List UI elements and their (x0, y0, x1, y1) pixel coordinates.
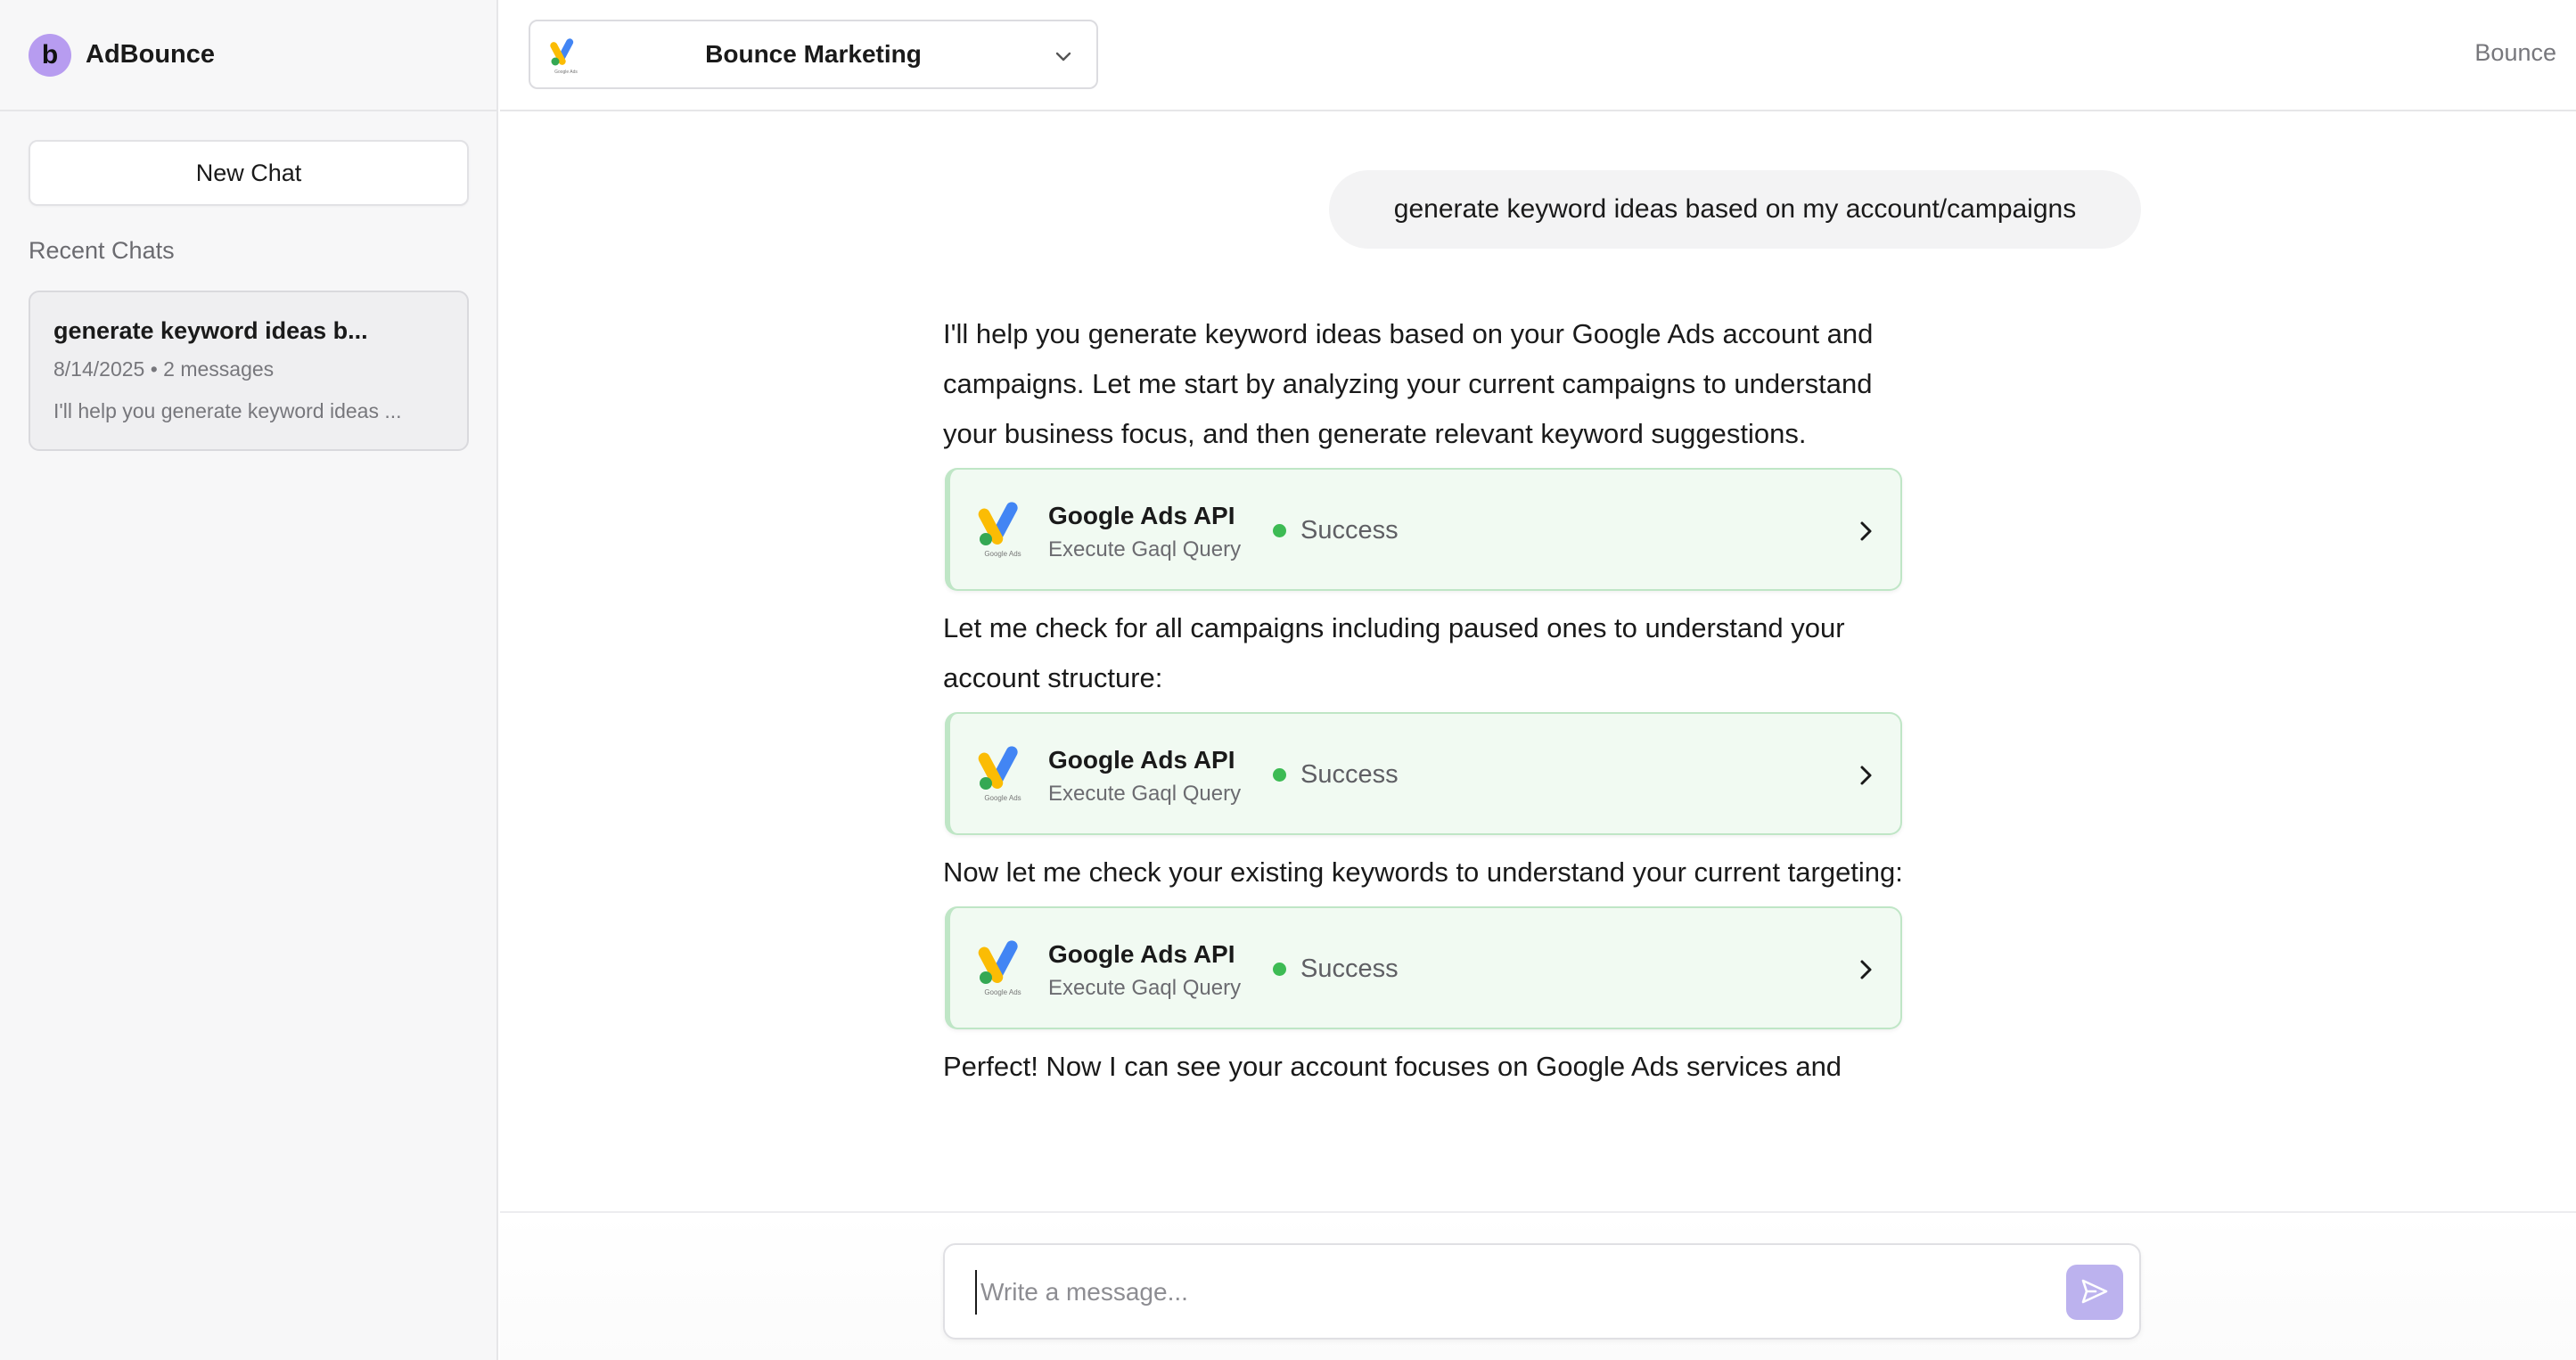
google-ads-logo-caption: Google Ads (984, 988, 1021, 996)
tool-title: Google Ads API (1048, 746, 1235, 774)
assistant-message: I'll help you generate keyword ideas bas… (943, 309, 1906, 1092)
composer-area (500, 1211, 2576, 1360)
success-dot-icon (1273, 963, 1286, 976)
google-ads-logo-caption: Google Ads (984, 550, 1021, 558)
tool-call-card[interactable]: Google Ads Google Ads API Execute Gaql Q… (945, 906, 1902, 1029)
sidebar-header: b AdBounce (0, 0, 496, 111)
success-dot-icon (1273, 524, 1286, 537)
sidebar: b AdBounce New Chat Recent Chats generat… (0, 0, 498, 1360)
recent-chat-title: generate keyword ideas b... (53, 317, 368, 344)
user-name[interactable]: Bounce (2474, 39, 2556, 67)
user-message: generate keyword ideas based on my accou… (1329, 170, 2141, 249)
tool-status-text: Success (1300, 516, 1399, 545)
brand-name[interactable]: AdBounce (86, 40, 215, 70)
svg-text:Google Ads: Google Ads (554, 70, 578, 75)
tool-call-card[interactable]: Google Ads Google Ads API Execute Gaql Q… (945, 712, 1902, 835)
tool-status: Success (1273, 516, 1399, 545)
account-selector[interactable]: Google Ads Bounce Marketing (529, 20, 1098, 89)
new-chat-button[interactable]: New Chat (29, 140, 469, 206)
account-name: Bounce Marketing (705, 40, 922, 68)
chevron-right-icon[interactable] (1856, 520, 1875, 547)
success-dot-icon (1273, 768, 1286, 782)
assistant-text: I'll help you generate keyword ideas bas… (943, 318, 1874, 449)
google-ads-icon: Google Ads (977, 500, 1029, 563)
chevron-down-icon (1054, 46, 1073, 70)
recent-chat-preview: I'll help you generate keyword ideas ... (53, 399, 402, 422)
message-composer (943, 1243, 2141, 1340)
brand-logo[interactable]: b (29, 33, 71, 77)
tool-call-card[interactable]: Google Ads Google Ads API Execute Gaql Q… (945, 468, 1902, 591)
chevron-right-icon[interactable] (1856, 764, 1875, 791)
tool-title: Google Ads API (1048, 502, 1235, 529)
tool-subtitle: Execute Gaql Query (1048, 976, 1242, 1000)
tool-status-text: Success (1300, 760, 1399, 789)
tool-status: Success (1273, 760, 1399, 790)
message-input[interactable] (975, 1270, 2027, 1315)
app-window: b AdBounce New Chat Recent Chats generat… (0, 0, 2576, 1360)
recent-chat-meta: 8/14/2025 • 2 messages (53, 357, 275, 381)
tool-subtitle: Execute Gaql Query (1048, 537, 1242, 561)
send-icon (2080, 1276, 2110, 1309)
tool-title: Google Ads API (1048, 940, 1235, 968)
assistant-text: Now let me check your existing keywords … (943, 856, 1903, 888)
chevron-right-icon[interactable] (1856, 958, 1875, 986)
google-ads-icon: Google Ads (977, 938, 1029, 1002)
google-ads-icon: Google Ads (550, 37, 582, 79)
assistant-text: Perfect! Now I can see your account focu… (943, 1051, 1842, 1082)
top-bar: Google Ads Bounce Marketing Bounce (500, 0, 2576, 111)
tool-status-text: Success (1300, 954, 1399, 983)
google-ads-logo-caption: Google Ads (984, 794, 1021, 802)
tool-status: Success (1273, 954, 1399, 984)
recent-chat-item[interactable]: generate keyword ideas b... 8/14/2025 • … (29, 291, 469, 451)
assistant-text: Let me check for all campaigns including… (943, 612, 1845, 693)
chat-area[interactable]: generate keyword ideas based on my accou… (500, 113, 2576, 1211)
google-ads-icon: Google Ads (977, 744, 1029, 807)
send-button[interactable] (2066, 1265, 2123, 1320)
tool-subtitle: Execute Gaql Query (1048, 782, 1242, 806)
recent-chats-heading: Recent Chats (29, 237, 175, 264)
